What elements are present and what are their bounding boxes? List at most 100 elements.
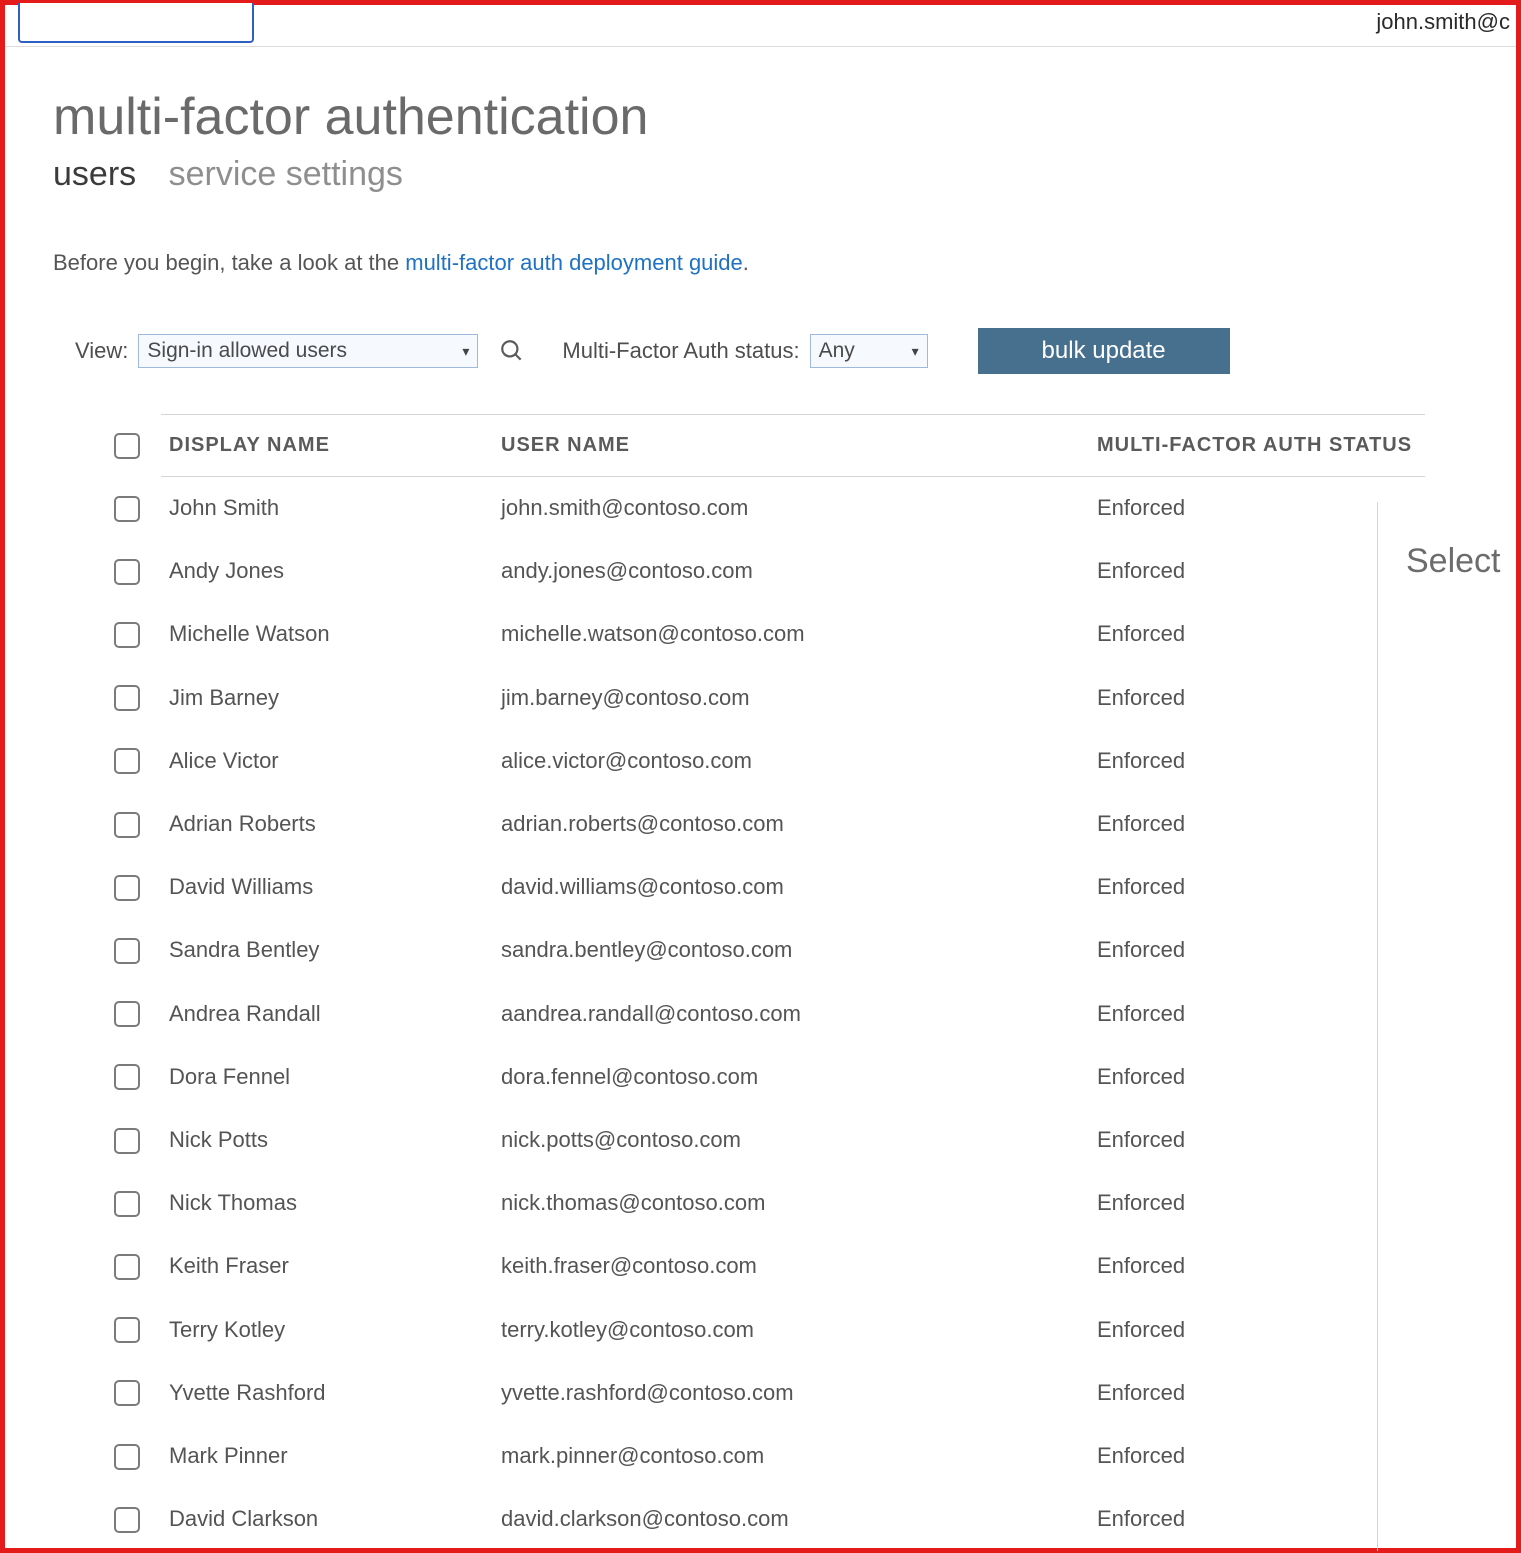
cell-mfa-status: Enforced xyxy=(1089,1108,1425,1171)
mfa-status-label: Multi-Factor Auth status: xyxy=(562,338,799,364)
cell-display-name: Mark Pinner xyxy=(161,1424,493,1487)
side-panel-select-label: Select xyxy=(1406,542,1501,580)
table-row[interactable]: Michelle Watsonmichelle.watson@contoso.c… xyxy=(101,603,1425,666)
cell-display-name: Nick Thomas xyxy=(161,1172,493,1235)
search-icon[interactable] xyxy=(498,337,526,365)
row-checkbox[interactable] xyxy=(114,1064,140,1090)
table-row[interactable]: Nick Pottsnick.potts@contoso.comEnforced xyxy=(101,1108,1425,1171)
cell-display-name: Sandra Bentley xyxy=(161,919,493,982)
cell-display-name: John Smith xyxy=(161,477,493,540)
cell-mfa-status: Enforced xyxy=(1089,540,1425,603)
table-row[interactable]: Nick Thomasnick.thomas@contoso.comEnforc… xyxy=(101,1172,1425,1235)
table-row[interactable]: John Smithjohn.smith@contoso.comEnforced xyxy=(101,477,1425,540)
tab-users[interactable]: users xyxy=(53,155,136,193)
cell-display-name: Nick Potts xyxy=(161,1108,493,1171)
cell-mfa-status: Enforced xyxy=(1089,1045,1425,1108)
cell-mfa-status: Enforced xyxy=(1089,1298,1425,1361)
cell-user-name: michelle.watson@contoso.com xyxy=(493,603,1089,666)
controls-bar: View: Sign-in allowed users ▾ Multi-Fact… xyxy=(75,328,1516,374)
deployment-guide-link[interactable]: multi-factor auth deployment guide xyxy=(405,250,743,275)
table-row[interactable]: Sandra Bentleysandra.bentley@contoso.com… xyxy=(101,919,1425,982)
mfa-status-value: Any xyxy=(819,339,855,363)
col-user-name[interactable]: USER NAME xyxy=(493,415,1089,477)
row-checkbox[interactable] xyxy=(114,938,140,964)
cell-display-name: Yvette Rashford xyxy=(161,1361,493,1424)
intro-prefix: Before you begin, take a look at the xyxy=(53,250,405,275)
table-row[interactable]: Keith Fraserkeith.fraser@contoso.comEnfo… xyxy=(101,1235,1425,1298)
row-checkbox[interactable] xyxy=(114,1507,140,1533)
cell-display-name: Dora Fennel xyxy=(161,1045,493,1108)
cell-display-name: Michelle Watson xyxy=(161,603,493,666)
cell-mfa-status: Enforced xyxy=(1089,1361,1425,1424)
cell-mfa-status: Enforced xyxy=(1089,603,1425,666)
row-checkbox[interactable] xyxy=(114,1380,140,1406)
cell-display-name: Adrian Roberts xyxy=(161,792,493,855)
cell-display-name: David Williams xyxy=(161,856,493,919)
row-checkbox[interactable] xyxy=(114,875,140,901)
cell-user-name: keith.fraser@contoso.com xyxy=(493,1235,1089,1298)
row-checkbox[interactable] xyxy=(114,1254,140,1280)
cell-display-name: David Clarkson xyxy=(161,1488,493,1551)
users-table: DISPLAY NAME USER NAME MULTI-FACTOR AUTH… xyxy=(101,414,1425,1551)
row-checkbox[interactable] xyxy=(114,496,140,522)
table-row[interactable]: Yvette Rashfordyvette.rashford@contoso.c… xyxy=(101,1361,1425,1424)
table-row[interactable]: David Clarksondavid.clarkson@contoso.com… xyxy=(101,1488,1425,1551)
tab-service-settings[interactable]: service settings xyxy=(169,155,403,193)
cell-mfa-status: Enforced xyxy=(1089,1235,1425,1298)
cell-mfa-status: Enforced xyxy=(1089,1424,1425,1487)
cell-user-name: nick.thomas@contoso.com xyxy=(493,1172,1089,1235)
bulk-update-button[interactable]: bulk update xyxy=(978,328,1230,374)
cell-user-name: john.smith@contoso.com xyxy=(493,477,1089,540)
row-checkbox[interactable] xyxy=(114,559,140,585)
cell-mfa-status: Enforced xyxy=(1089,477,1425,540)
cell-user-name: sandra.bentley@contoso.com xyxy=(493,919,1089,982)
tenant-picker-box[interactable] xyxy=(18,3,254,43)
row-checkbox[interactable] xyxy=(114,812,140,838)
row-checkbox[interactable] xyxy=(114,1001,140,1027)
table-row[interactable]: David Williamsdavid.williams@contoso.com… xyxy=(101,856,1425,919)
col-mfa-status[interactable]: MULTI-FACTOR AUTH STATUS xyxy=(1089,415,1425,477)
table-row[interactable]: Adrian Robertsadrian.roberts@contoso.com… xyxy=(101,792,1425,855)
tab-bar: users service settings xyxy=(53,155,1516,194)
table-row[interactable]: Mark Pinnermark.pinner@contoso.comEnforc… xyxy=(101,1424,1425,1487)
row-checkbox[interactable] xyxy=(114,1191,140,1217)
cell-display-name: Jim Barney xyxy=(161,666,493,729)
row-checkbox[interactable] xyxy=(114,1128,140,1154)
table-row[interactable]: Dora Fenneldora.fennel@contoso.comEnforc… xyxy=(101,1045,1425,1108)
cell-user-name: jim.barney@contoso.com xyxy=(493,666,1089,729)
table-row[interactable]: Terry Kotleyterry.kotley@contoso.comEnfo… xyxy=(101,1298,1425,1361)
table-row[interactable]: Andrea Randallaandrea.randall@contoso.co… xyxy=(101,982,1425,1045)
row-checkbox[interactable] xyxy=(114,1444,140,1470)
col-display-name[interactable]: DISPLAY NAME xyxy=(161,415,493,477)
row-checkbox[interactable] xyxy=(114,1317,140,1343)
page-title: multi-factor authentication xyxy=(53,87,1516,147)
signed-in-user: john.smith@c xyxy=(1376,9,1510,35)
cell-user-name: dora.fennel@contoso.com xyxy=(493,1045,1089,1108)
table-row[interactable]: Alice Victoralice.victor@contoso.comEnfo… xyxy=(101,729,1425,792)
cell-mfa-status: Enforced xyxy=(1089,792,1425,855)
view-select[interactable]: Sign-in allowed users ▾ xyxy=(138,334,478,368)
row-checkbox[interactable] xyxy=(114,685,140,711)
table-row[interactable]: Jim Barneyjim.barney@contoso.comEnforced xyxy=(101,666,1425,729)
cell-user-name: mark.pinner@contoso.com xyxy=(493,1424,1089,1487)
row-checkbox[interactable] xyxy=(114,748,140,774)
cell-user-name: nick.potts@contoso.com xyxy=(493,1108,1089,1171)
chevron-down-icon: ▾ xyxy=(912,343,919,360)
cell-user-name: alice.victor@contoso.com xyxy=(493,729,1089,792)
row-checkbox[interactable] xyxy=(114,622,140,648)
cell-user-name: yvette.rashford@contoso.com xyxy=(493,1361,1089,1424)
cell-user-name: adrian.roberts@contoso.com xyxy=(493,792,1089,855)
view-select-value: Sign-in allowed users xyxy=(147,339,347,363)
select-all-checkbox[interactable] xyxy=(114,433,140,459)
cell-display-name: Andrea Randall xyxy=(161,982,493,1045)
cell-mfa-status: Enforced xyxy=(1089,1488,1425,1551)
cell-user-name: aandrea.randall@contoso.com xyxy=(493,982,1089,1045)
cell-mfa-status: Enforced xyxy=(1089,1172,1425,1235)
table-row[interactable]: Andy Jonesandy.jones@contoso.comEnforced xyxy=(101,540,1425,603)
mfa-status-select[interactable]: Any ▾ xyxy=(810,334,928,368)
cell-user-name: david.williams@contoso.com xyxy=(493,856,1089,919)
cell-display-name: Terry Kotley xyxy=(161,1298,493,1361)
cell-mfa-status: Enforced xyxy=(1089,982,1425,1045)
view-label: View: xyxy=(75,338,128,364)
cell-mfa-status: Enforced xyxy=(1089,919,1425,982)
